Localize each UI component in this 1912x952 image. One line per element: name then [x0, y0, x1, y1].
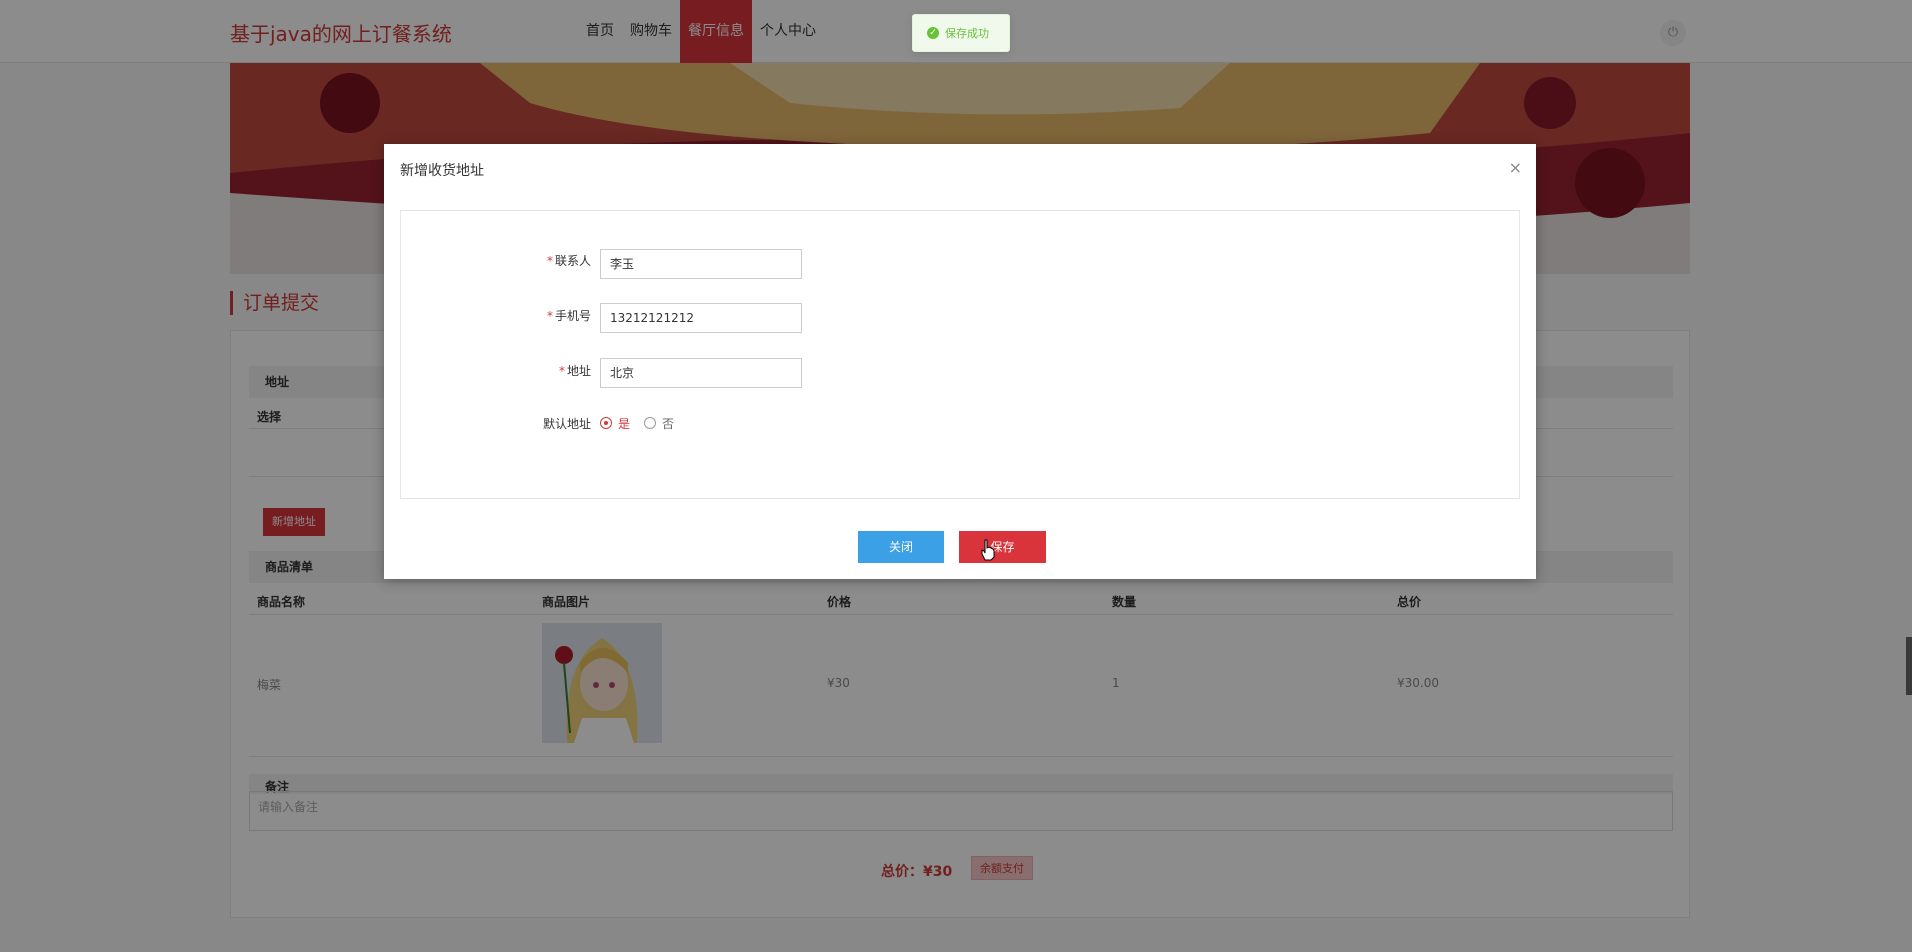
check-circle-icon: ✓: [927, 27, 939, 39]
close-icon[interactable]: ×: [1509, 158, 1522, 177]
default-yes-label[interactable]: 是: [618, 415, 630, 432]
default-yes-radio[interactable]: [600, 417, 612, 429]
address-input[interactable]: 北京: [600, 358, 802, 388]
contact-input[interactable]: 李玉: [600, 249, 802, 279]
contact-label: * 联系人: [546, 254, 591, 268]
address-form: * 联系人 李玉 * 手机号 13212121212 * 地址 北京 默认地址 是 否: [400, 210, 1520, 499]
phone-input[interactable]: 13212121212: [600, 303, 802, 333]
add-address-dialog: 新增收货地址 × * 联系人 李玉 * 手机号 13212121212 * 地址 北京…: [384, 144, 1536, 579]
toast-text: 保存成功: [945, 27, 989, 40]
dialog-title: 新增收货地址: [400, 163, 484, 179]
default-no-radio[interactable]: [644, 417, 656, 429]
default-no-label[interactable]: 否: [662, 415, 674, 432]
success-toast: ✓ 保存成功: [912, 14, 1010, 52]
dialog-close-button[interactable]: 关闭: [858, 531, 944, 563]
default-address-label: 默认地址: [542, 417, 591, 431]
address-label: * 地址: [558, 364, 591, 378]
dialog-save-button[interactable]: 保存: [959, 531, 1046, 563]
hand-cursor-icon: [981, 539, 995, 561]
phone-label: * 手机号: [546, 309, 591, 323]
